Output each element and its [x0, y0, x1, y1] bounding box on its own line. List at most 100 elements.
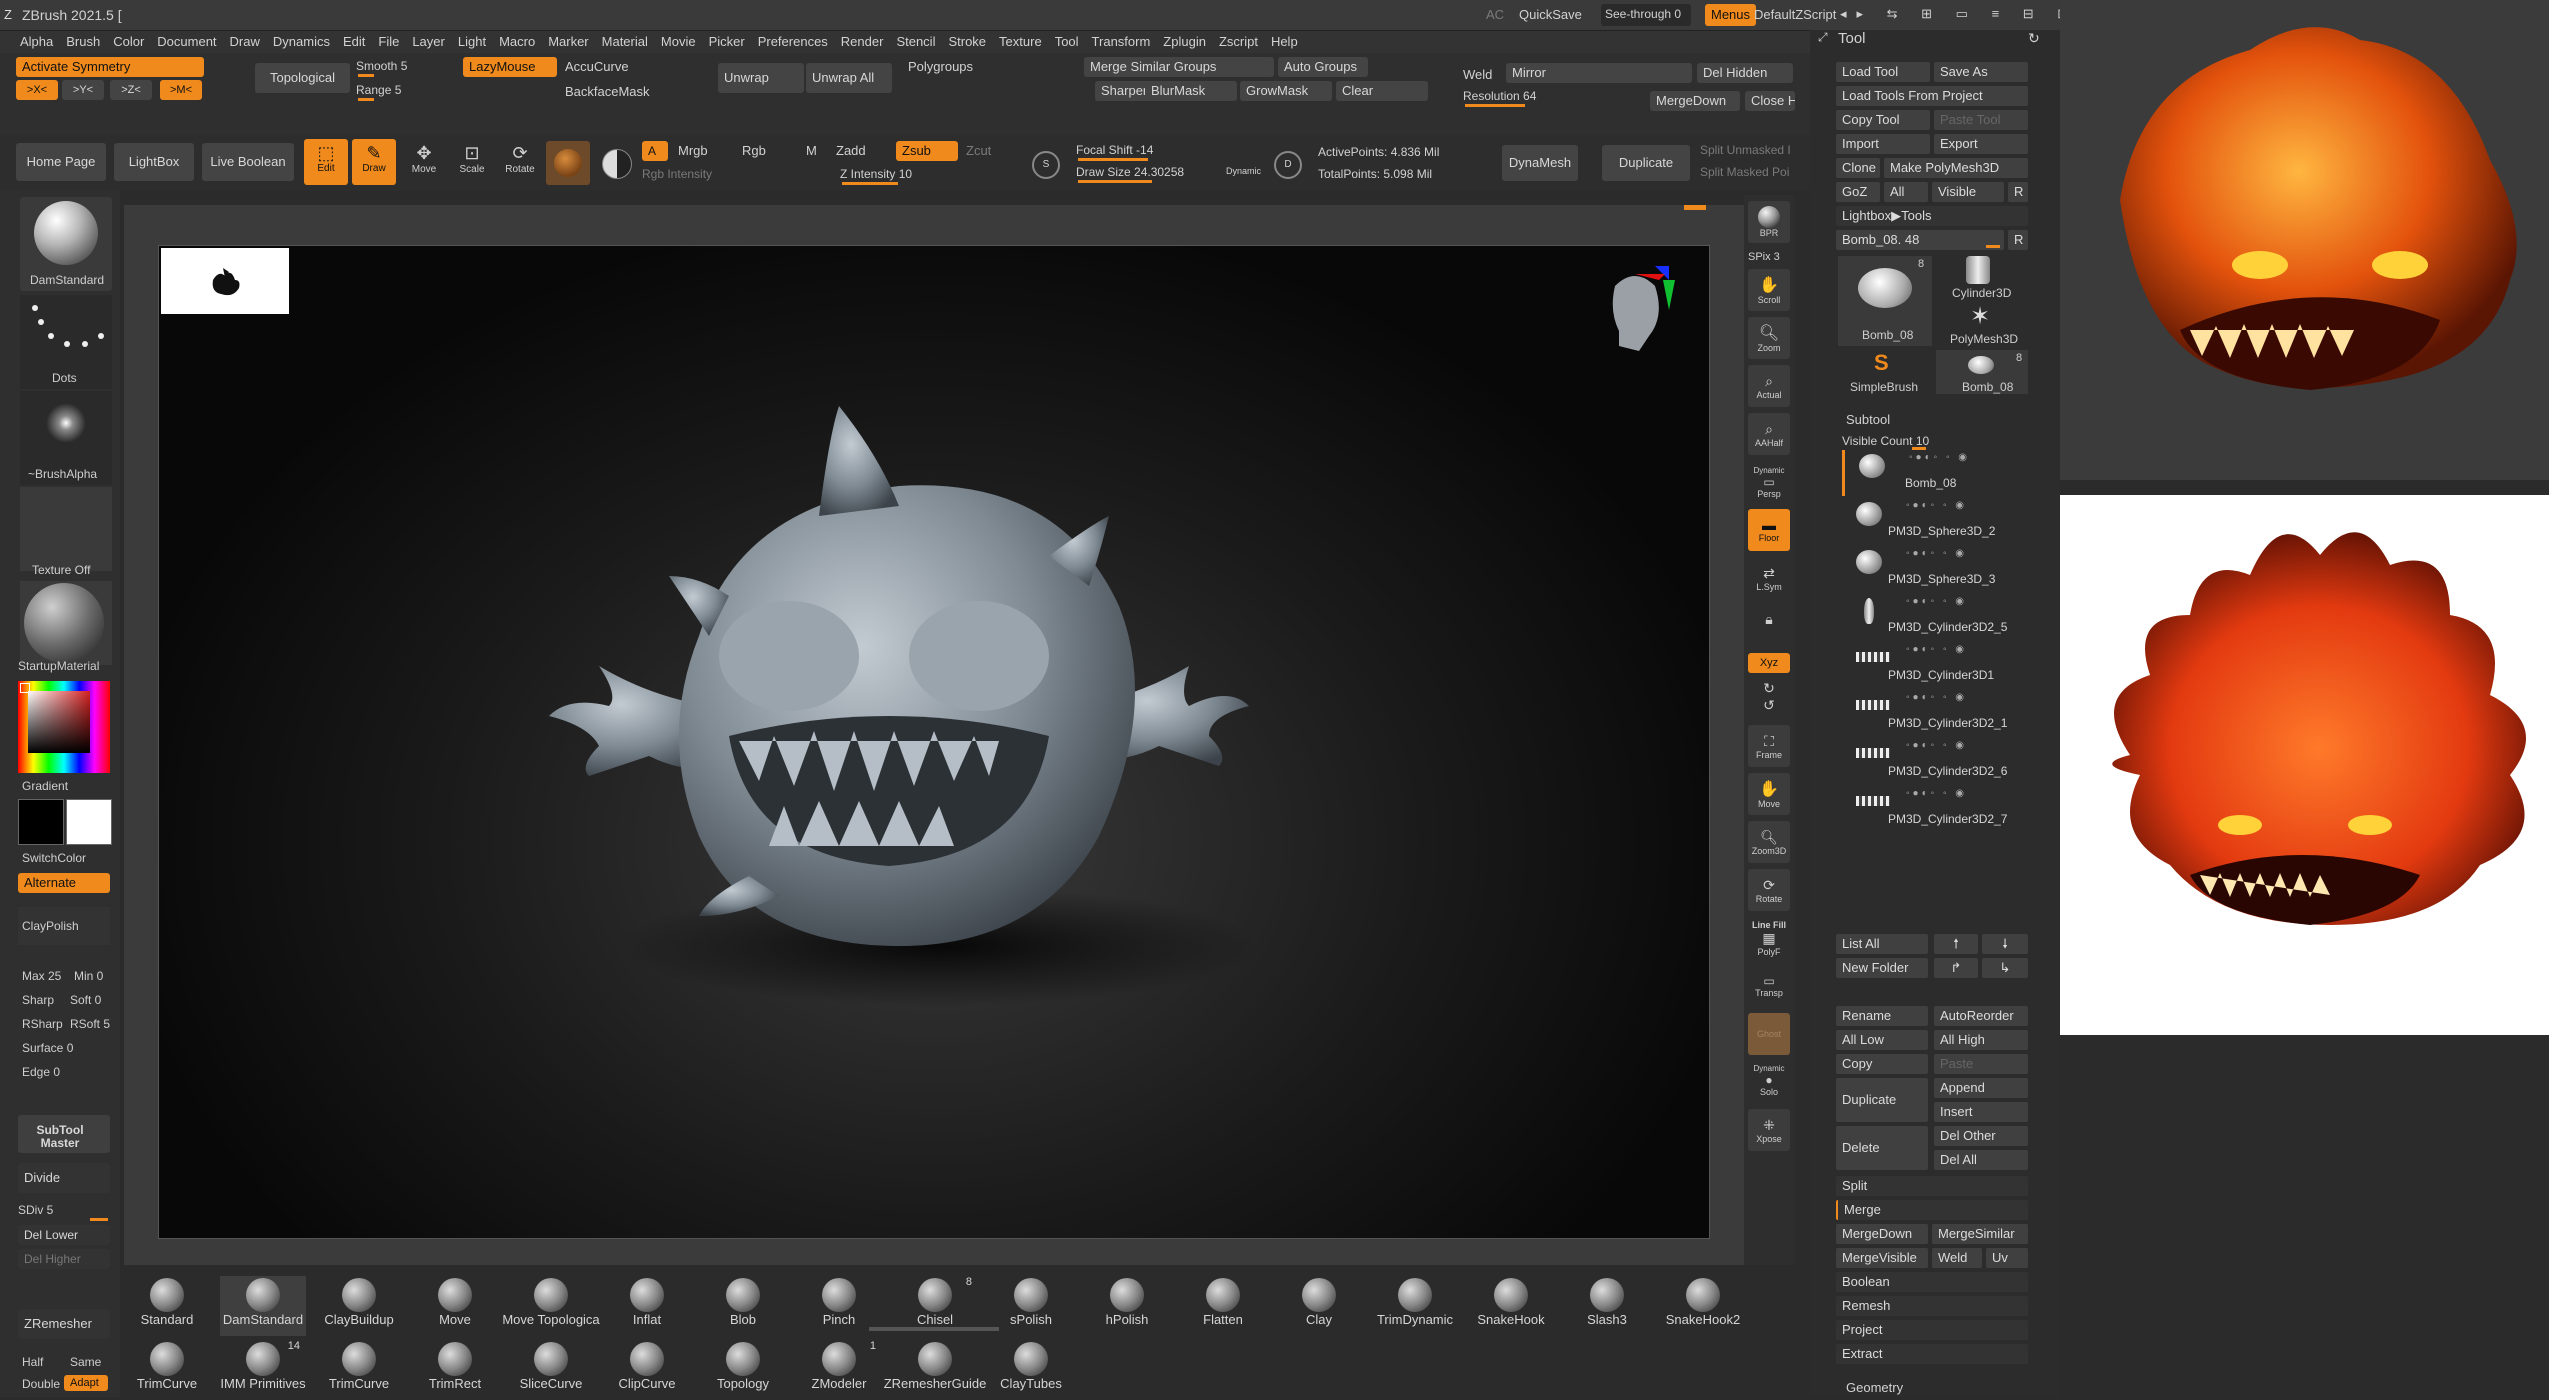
- unwrap-button[interactable]: Unwrap: [718, 63, 804, 93]
- tool-thumb-simplebrush[interactable]: S SimpleBrush: [1838, 350, 1932, 394]
- edit-button[interactable]: ⬚ Edit: [304, 139, 348, 185]
- scale-button[interactable]: ⊡ Scale: [450, 143, 494, 175]
- brush-chisel[interactable]: Chisel 8: [892, 1276, 978, 1336]
- spix-slider[interactable]: SPix 3: [1748, 247, 1790, 263]
- soft-slider[interactable]: Soft 0: [70, 993, 101, 1007]
- ac-label[interactable]: AC: [1486, 7, 1504, 22]
- accucurve-button[interactable]: AccuCurve: [565, 59, 629, 74]
- zsub-button[interactable]: Zsub: [896, 141, 958, 161]
- brush-trimcurve[interactable]: TrimCurve: [316, 1340, 402, 1400]
- scroll-button[interactable]: ✋ Scroll: [1748, 269, 1790, 311]
- brush-damstandard[interactable]: DamStandard: [220, 1276, 306, 1336]
- merge-similar-groups-button[interactable]: Merge Similar Groups: [1084, 57, 1274, 77]
- lightbox-tools-button[interactable]: Lightbox▶Tools: [1836, 206, 2028, 226]
- brush-zremesherguide[interactable]: ZRemesherGuide: [884, 1340, 986, 1400]
- split-header[interactable]: Split: [1836, 1176, 2028, 1196]
- subtool-toggles-icon[interactable]: ◦●◐◦ ◦ ◉: [1909, 452, 1970, 463]
- zadd-button[interactable]: Zadd: [836, 143, 866, 158]
- menu-zscript[interactable]: Zscript: [1219, 34, 1258, 49]
- mergesimilar-button[interactable]: MergeSimilar: [1932, 1224, 2028, 1244]
- paste-subtool-button[interactable]: Paste: [1934, 1054, 2028, 1074]
- sym-m-button[interactable]: >M<: [160, 80, 202, 100]
- copy-subtool-button[interactable]: Copy: [1836, 1054, 1928, 1074]
- menu-zplugin[interactable]: Zplugin: [1163, 34, 1206, 49]
- subtool-toggles-icon[interactable]: ◦●◐◦ ◦ ◉: [1906, 500, 1967, 511]
- same-button[interactable]: Same: [70, 1355, 101, 1369]
- menu-movie[interactable]: Movie: [661, 34, 696, 49]
- menu-file[interactable]: File: [378, 34, 399, 49]
- smooth-slider[interactable]: Smooth 5: [356, 57, 456, 77]
- xpose-button[interactable]: ⁜ Xpose: [1748, 1109, 1790, 1151]
- surface-slider[interactable]: Surface 0: [22, 1041, 73, 1055]
- menu-picker[interactable]: Picker: [709, 34, 745, 49]
- brush-flatten[interactable]: Flatten: [1180, 1276, 1266, 1336]
- geometry-header[interactable]: Geometry: [1846, 1380, 1903, 1395]
- subtool-row[interactable]: ◦●◐◦ ◦ ◉ PM3D_Sphere3D_3: [1842, 546, 2032, 592]
- brush-hpolish[interactable]: hPolish: [1084, 1276, 1170, 1336]
- panel-collapse-icon[interactable]: ⤢: [1818, 30, 1828, 45]
- move-up-button[interactable]: 🠕: [1934, 934, 1978, 954]
- brush-trimrect[interactable]: TrimRect: [412, 1340, 498, 1400]
- auto-groups-button[interactable]: Auto Groups: [1278, 57, 1368, 77]
- rgb-button[interactable]: Rgb: [742, 143, 766, 158]
- zremesher-button[interactable]: ZRemesher: [18, 1309, 110, 1339]
- weld-label[interactable]: Weld: [1463, 67, 1492, 82]
- del-hidden-button[interactable]: Del Hidden: [1697, 63, 1793, 83]
- brush-pinch[interactable]: Pinch: [796, 1276, 882, 1336]
- menu-light[interactable]: Light: [458, 34, 486, 49]
- rename-button[interactable]: Rename: [1836, 1006, 1928, 1026]
- viewport[interactable]: [158, 245, 1710, 1239]
- menu-stroke[interactable]: Stroke: [948, 34, 986, 49]
- subtool-header[interactable]: Subtool: [1846, 412, 1890, 427]
- color-sphere-button[interactable]: [596, 143, 636, 183]
- draw-button[interactable]: ✎ Draw: [352, 139, 396, 185]
- insert-button[interactable]: Insert: [1934, 1102, 2028, 1122]
- visible-count-slider[interactable]: Visible Count 10: [1842, 432, 2032, 450]
- brush-clay[interactable]: Clay: [1276, 1276, 1362, 1336]
- grow-mask-button[interactable]: GrowMask: [1240, 81, 1332, 101]
- m-button[interactable]: M: [806, 143, 817, 158]
- claypolish-button[interactable]: ClayPolish: [18, 907, 110, 945]
- folder-up-button[interactable]: ↱: [1934, 958, 1978, 978]
- unwrap-all-button[interactable]: Unwrap All: [806, 63, 892, 93]
- backfacemask-button[interactable]: BackfaceMask: [565, 84, 650, 99]
- focal-shift-slider[interactable]: Focal Shift -14: [1076, 141, 1256, 161]
- subtool-toggles-icon[interactable]: ◦●◐◦ ◦ ◉: [1906, 788, 1967, 799]
- edge-slider[interactable]: Edge 0: [22, 1065, 60, 1079]
- clear-mask-button[interactable]: Clear: [1336, 81, 1428, 101]
- brush-claybuildup[interactable]: ClayBuildup: [316, 1276, 402, 1336]
- move-view-button[interactable]: ✋ Move: [1748, 773, 1790, 815]
- activate-symmetry-button[interactable]: Activate Symmetry: [16, 57, 204, 77]
- split-unmasked-button[interactable]: Split Unmasked I: [1700, 143, 1791, 157]
- lazymouse-button[interactable]: LazyMouse: [463, 57, 557, 77]
- sym-z-button[interactable]: >Z<: [110, 80, 152, 100]
- load-from-project-button[interactable]: Load Tools From Project: [1836, 86, 2028, 106]
- menu-texture[interactable]: Texture: [999, 34, 1042, 49]
- menu-dynamics[interactable]: Dynamics: [273, 34, 330, 49]
- mrgb-button[interactable]: Mrgb: [678, 143, 708, 158]
- all-high-button[interactable]: All High: [1934, 1030, 2028, 1050]
- del-all-button[interactable]: Del All: [1934, 1150, 2028, 1170]
- brush-slash3[interactable]: Slash3: [1564, 1276, 1650, 1336]
- subtool-toggles-icon[interactable]: ◦●◐◦ ◦ ◉: [1906, 548, 1967, 559]
- d-toggle[interactable]: D: [1274, 151, 1302, 179]
- ghost-button[interactable]: Ghost: [1748, 1013, 1790, 1055]
- brush-clipcurve[interactable]: ClipCurve: [604, 1340, 690, 1400]
- texture-slot[interactable]: [20, 487, 112, 571]
- folder-in-button[interactable]: ↳: [1982, 958, 2028, 978]
- mirror-button[interactable]: Mirror: [1506, 63, 1692, 83]
- switch-color-button[interactable]: SwitchColor: [22, 851, 86, 865]
- current-tool-slider[interactable]: Bomb_08. 48: [1836, 230, 2004, 250]
- brush-zmodeler[interactable]: ZModeler 1: [796, 1340, 882, 1400]
- duplicate-button[interactable]: Duplicate: [1602, 145, 1690, 181]
- brush-snakehook2[interactable]: SnakeHook2: [1660, 1276, 1746, 1336]
- menu-preferences[interactable]: Preferences: [758, 34, 828, 49]
- brush-move-topologica[interactable]: Move Topologica: [502, 1276, 600, 1336]
- move-down-button[interactable]: 🠗: [1982, 934, 2028, 954]
- subtool-row[interactable]: ◦●◐◦ ◦ ◉ PM3D_Cylinder3D1: [1842, 642, 2032, 688]
- brush-spolish[interactable]: sPolish: [988, 1276, 1074, 1336]
- goz-visible-button[interactable]: Visible: [1932, 182, 2004, 202]
- menu-draw[interactable]: Draw: [230, 34, 260, 49]
- menu-macro[interactable]: Macro: [499, 34, 535, 49]
- panel-refresh-icon[interactable]: ↻: [2028, 30, 2040, 47]
